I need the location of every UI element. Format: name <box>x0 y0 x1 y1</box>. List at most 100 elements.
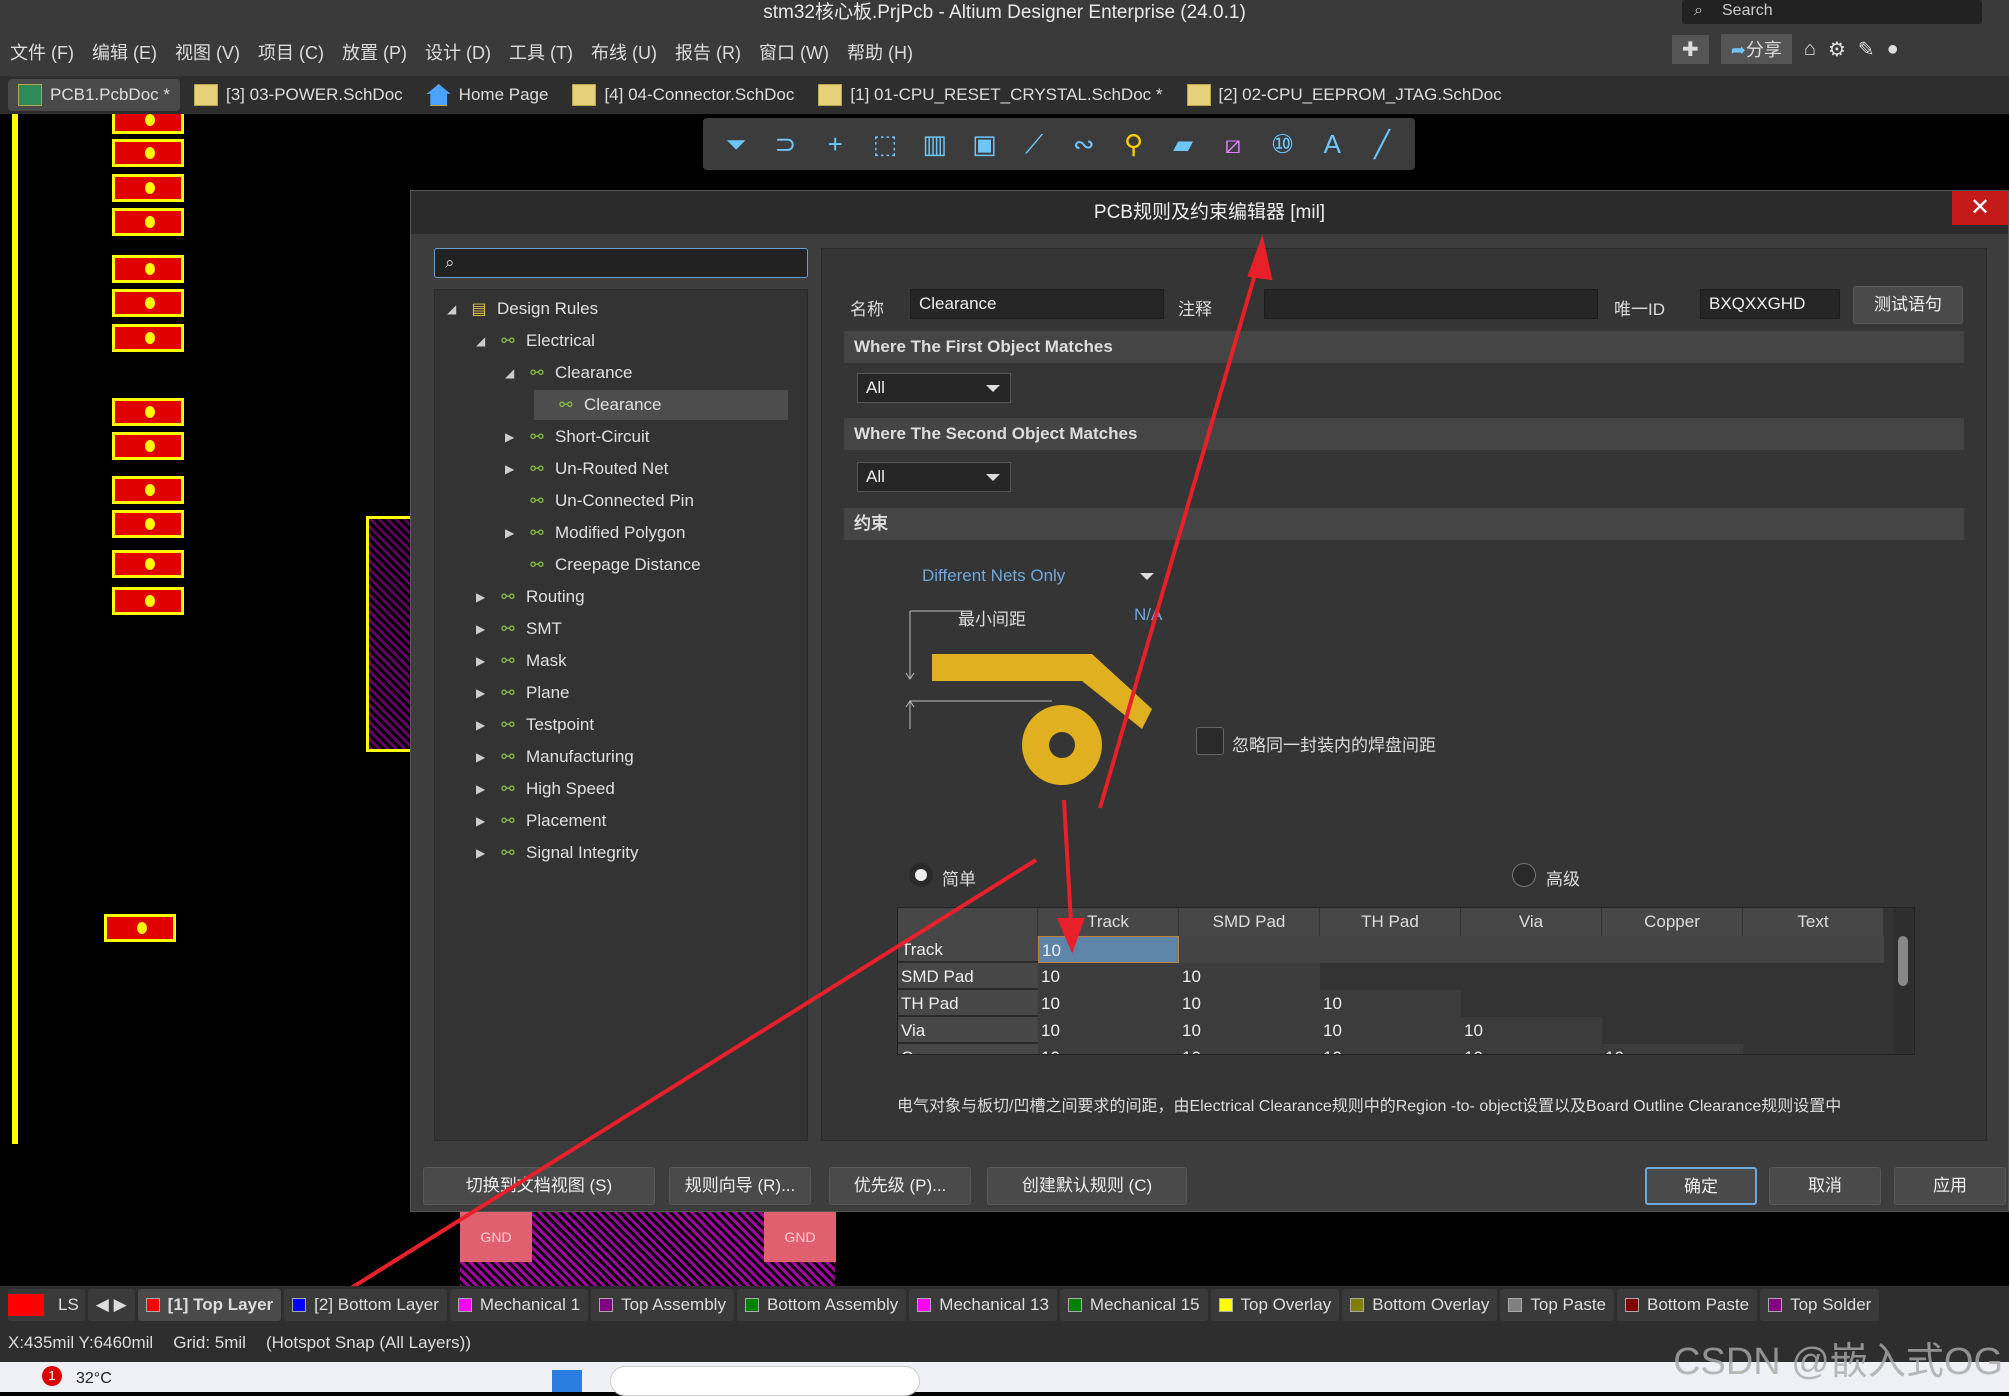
menu-item[interactable]: 工具 (T) <box>509 39 573 65</box>
menu-item[interactable]: 布线 (U) <box>591 39 657 65</box>
rule-wizard-button[interactable]: 规则向导 (R)... <box>669 1167 811 1205</box>
tree-item[interactable]: ▶ ⚯ Manufacturing <box>476 742 634 772</box>
dimension-icon[interactable]: ⑩ <box>1268 129 1298 159</box>
matrix-scrollbar[interactable] <box>1893 908 1913 1053</box>
doc-tab[interactable]: [1] 01-CPU_RESET_CRYSTAL.SchDoc * <box>808 79 1172 111</box>
layer-tab--1-top-layer[interactable]: [1] Top Layer <box>137 1289 282 1321</box>
expand-arrow-icon[interactable]: ▶ <box>505 526 519 540</box>
matrix-cell[interactable]: 10 <box>1038 1017 1179 1044</box>
tree-item[interactable]: ⚯ Clearance <box>534 390 788 420</box>
collapse-arrow-icon[interactable]: ◢ <box>476 334 490 348</box>
first-match-dropdown[interactable]: All <box>857 373 1011 403</box>
menu-item[interactable]: 设计 (D) <box>425 39 491 65</box>
doc-tab[interactable]: [3] 03-POWER.SchDoc <box>184 79 413 111</box>
layer-tab-mechanical-15[interactable]: Mechanical 15 <box>1059 1289 1208 1321</box>
doc-tab[interactable]: Home Page <box>417 79 559 111</box>
start-icon[interactable] <box>552 1370 582 1392</box>
rules-search-input[interactable]: ⌕ <box>434 248 808 278</box>
tree-item[interactable]: ◢ ⚯ Clearance <box>505 358 633 388</box>
tree-item[interactable]: ▶ ⚯ Placement <box>476 806 606 836</box>
highlight-icon[interactable]: ⊃ <box>771 129 801 159</box>
expand-arrow-icon[interactable]: ▶ <box>476 686 490 700</box>
layer-tab-top-overlay[interactable]: Top Overlay <box>1210 1289 1340 1321</box>
layer-tab--2-bottom-layer[interactable]: [2] Bottom Layer <box>284 1289 447 1321</box>
layer-tab-mechanical-13[interactable]: Mechanical 13 <box>909 1289 1057 1321</box>
matrix-cell[interactable]: 10 <box>1179 1017 1320 1044</box>
matrix-cell[interactable]: 10 <box>1461 1017 1602 1044</box>
tree-item[interactable]: ⚯ Un-Connected Pin <box>505 486 694 516</box>
menu-item[interactable]: 窗口 (W) <box>759 39 829 65</box>
tree-item[interactable]: ▶ ⚯ Testpoint <box>476 710 594 740</box>
notifications-off-icon[interactable]: ✎ <box>1858 37 1875 62</box>
layer-tab-bottom-assembly[interactable]: Bottom Assembly <box>736 1289 907 1321</box>
name-input[interactable]: Clearance <box>910 289 1164 319</box>
tree-item[interactable]: ◢ ▤ Design Rules <box>447 294 598 324</box>
matrix-cell[interactable]: 10 <box>1320 1017 1461 1044</box>
radio-advanced[interactable] <box>1512 863 1536 887</box>
expand-arrow-icon[interactable]: ▶ <box>476 718 490 732</box>
matrix-cell[interactable]: 10 <box>1461 1044 1602 1054</box>
matrix-cell[interactable]: 10 <box>1179 963 1320 990</box>
net-scope-dropdown[interactable]: Different Nets Only <box>922 566 1065 586</box>
collapse-arrow-icon[interactable]: ◢ <box>505 366 519 380</box>
priority-button[interactable]: 优先级 (P)... <box>829 1167 971 1205</box>
via-icon[interactable]: ⚲ <box>1118 129 1148 159</box>
component-icon[interactable]: ▣ <box>969 129 999 159</box>
matrix-cell[interactable]: 10 <box>1038 990 1179 1017</box>
route-icon[interactable]: ⟋ <box>1019 129 1049 159</box>
text-icon[interactable]: A <box>1317 129 1347 159</box>
cancel-button[interactable]: 取消 <box>1769 1167 1881 1205</box>
tree-item[interactable]: ▶ ⚯ Modified Polygon <box>505 518 685 548</box>
layer-tab-top-assembly[interactable]: Top Assembly <box>591 1289 734 1321</box>
tree-item[interactable]: ▶ ⚯ Routing <box>476 582 585 612</box>
matrix-cell[interactable]: 10 <box>1038 936 1179 963</box>
matrix-cell[interactable]: 10 <box>1038 963 1179 990</box>
comment-input[interactable] <box>1264 289 1598 319</box>
layer-tab-top-paste[interactable]: Top Paste <box>1500 1289 1614 1321</box>
tree-item[interactable]: ▶ ⚯ Signal Integrity <box>476 838 638 868</box>
cross-icon[interactable]: + <box>820 129 850 159</box>
ok-button[interactable]: 确定 <box>1645 1167 1757 1205</box>
menu-item[interactable]: 报告 (R) <box>675 39 741 65</box>
menu-item[interactable]: 帮助 (H) <box>847 39 913 65</box>
doc-tab[interactable]: [4] 04-Connector.SchDoc <box>562 79 804 111</box>
keepout-icon[interactable]: ⧄ <box>1218 129 1248 159</box>
tree-item[interactable]: ⚯ Creepage Distance <box>505 550 700 580</box>
uid-input[interactable]: BXQXXGHD <box>1700 289 1840 319</box>
doc-tab[interactable]: [2] 02-CPU_EEPROM_JTAG.SchDoc <box>1177 79 1512 111</box>
comment-button[interactable]: ✚ <box>1672 34 1709 64</box>
expand-arrow-icon[interactable]: ▶ <box>505 462 519 476</box>
matrix-cell[interactable]: 10 <box>1179 1044 1320 1054</box>
user-icon[interactable]: ● <box>1887 38 1899 61</box>
chevron-down-icon[interactable] <box>1140 573 1154 587</box>
tree-item[interactable]: ▶ ⚯ High Speed <box>476 774 615 804</box>
radio-simple[interactable] <box>909 863 933 887</box>
weather[interactable]: 32°C <box>76 1370 112 1388</box>
diff-pair-icon[interactable]: ∾ <box>1069 129 1099 159</box>
menu-item[interactable]: 视图 (V) <box>175 39 240 65</box>
expand-arrow-icon[interactable]: ▶ <box>505 430 519 444</box>
menu-item[interactable]: 放置 (P) <box>342 39 407 65</box>
home-icon[interactable]: ⌂ <box>1804 38 1816 61</box>
tree-item[interactable]: ▶ ⚯ Plane <box>476 678 569 708</box>
align-icon[interactable]: ▥ <box>920 129 950 159</box>
second-match-dropdown[interactable]: All <box>857 462 1011 492</box>
expand-arrow-icon[interactable]: ▶ <box>476 590 490 604</box>
matrix-cell[interactable]: 10 <box>1320 1044 1461 1054</box>
doc-tab[interactable]: PCB1.PcbDoc * <box>8 79 180 111</box>
layer-tab-bottom-paste[interactable]: Bottom Paste <box>1617 1289 1758 1321</box>
expand-arrow-icon[interactable]: ▶ <box>476 782 490 796</box>
expand-arrow-icon[interactable]: ▶ <box>476 846 490 860</box>
matrix-cell[interactable]: 10 <box>1320 990 1461 1017</box>
global-search[interactable]: ⌕ Search <box>1682 0 1982 24</box>
test-query-button[interactable]: 测试语句 <box>1853 286 1963 324</box>
apply-button[interactable]: 应用 <box>1894 1167 2006 1205</box>
tree-item[interactable]: ▶ ⚯ Mask <box>476 646 567 676</box>
tree-item[interactable]: ▶ ⚯ Short-Circuit <box>505 422 649 452</box>
layer-tab-mechanical-1[interactable]: Mechanical 1 <box>449 1289 589 1321</box>
layer-tab-bottom-overlay[interactable]: Bottom Overlay <box>1342 1289 1498 1321</box>
matrix-cell[interactable]: 10 <box>1602 1044 1743 1054</box>
gear-icon[interactable]: ⚙ <box>1828 37 1846 62</box>
share-button[interactable]: ➦分享 <box>1720 34 1792 64</box>
expand-arrow-icon[interactable]: ▶ <box>476 654 490 668</box>
